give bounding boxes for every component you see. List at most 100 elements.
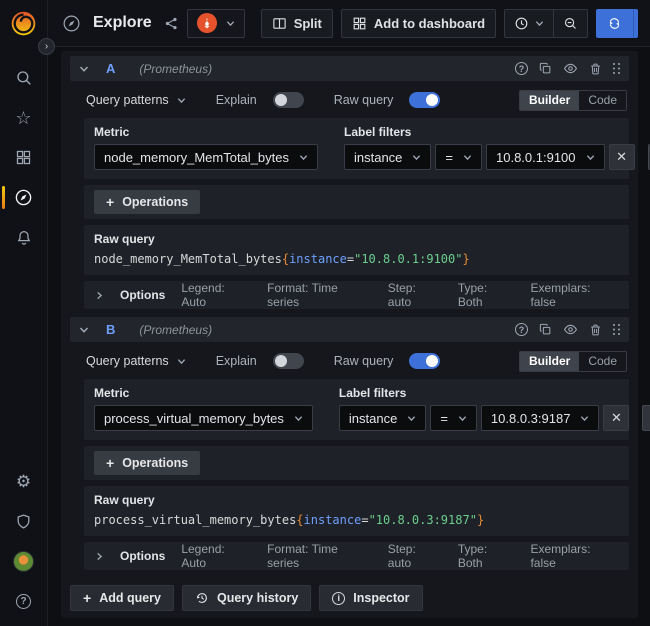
remove-filter-button[interactable]: ✕ bbox=[609, 144, 635, 170]
sidebar-item-explore[interactable] bbox=[0, 187, 48, 208]
datasource-picker[interactable] bbox=[187, 9, 245, 38]
hide-response-button[interactable] bbox=[563, 61, 578, 76]
remove-query-button[interactable] bbox=[589, 323, 602, 337]
dashboards-grid-icon bbox=[15, 149, 32, 166]
refresh-icon[interactable] bbox=[596, 9, 633, 38]
editor-mode-switch: Builder Code bbox=[519, 90, 627, 111]
query-b-header[interactable]: B (Prometheus) ? bbox=[70, 317, 629, 342]
grafana-logo-icon[interactable] bbox=[10, 10, 37, 37]
drag-handle[interactable] bbox=[613, 63, 620, 74]
sidebar-item-favorites[interactable]: ☆ bbox=[0, 107, 48, 128]
refresh-interval-dropdown[interactable] bbox=[633, 9, 638, 38]
filter-operator-select[interactable]: = bbox=[435, 144, 482, 170]
query-patterns-label: Query patterns bbox=[86, 93, 169, 107]
sidebar-item-settings[interactable]: ⚙ bbox=[0, 471, 48, 492]
collapse-chevron-icon[interactable] bbox=[79, 325, 89, 335]
duplicate-query-button[interactable] bbox=[539, 62, 552, 75]
filter-value: 10.8.0.3:9187 bbox=[491, 411, 571, 426]
share-icon[interactable] bbox=[164, 16, 179, 31]
query-help-button[interactable]: ? bbox=[515, 323, 528, 336]
run-query-button[interactable] bbox=[596, 9, 638, 38]
metric-label: Metric bbox=[94, 386, 313, 400]
drag-handle[interactable] bbox=[613, 324, 620, 335]
query-pane: A (Prometheus) ? bbox=[61, 51, 638, 618]
chevron-right-icon[interactable] bbox=[95, 552, 104, 561]
sidebar-item-profile[interactable] bbox=[0, 551, 48, 572]
filter-value: 10.8.0.1:9100 bbox=[496, 150, 576, 165]
sidebar-item-help[interactable]: ? bbox=[0, 591, 48, 612]
query-history-button[interactable]: Query history bbox=[182, 585, 311, 611]
builder-mode-option[interactable]: Builder bbox=[520, 91, 579, 110]
metric-field: Metric process_virtual_memory_bytes bbox=[94, 386, 313, 431]
query-a-header[interactable]: A (Prometheus) ? bbox=[70, 56, 629, 81]
sidebar-item-dashboards[interactable] bbox=[0, 147, 48, 168]
filter-key-value: instance bbox=[354, 150, 402, 165]
explain-toggle[interactable] bbox=[273, 353, 304, 369]
sidebar-expand-button[interactable]: › bbox=[38, 38, 55, 55]
query-patterns-dropdown[interactable]: Query patterns bbox=[86, 354, 186, 368]
add-operation-button[interactable]: + Operations bbox=[94, 190, 200, 214]
query-patterns-dropdown[interactable]: Query patterns bbox=[86, 93, 186, 107]
trash-icon bbox=[589, 62, 602, 76]
editor-mode-switch: Builder Code bbox=[519, 351, 627, 372]
code-mode-option[interactable]: Code bbox=[579, 91, 626, 110]
filter-value-select[interactable]: 10.8.0.3:9187 bbox=[481, 405, 600, 431]
hide-response-button[interactable] bbox=[563, 322, 578, 337]
prometheus-icon bbox=[197, 13, 217, 33]
star-icon: ☆ bbox=[15, 109, 31, 127]
filter-key-select[interactable]: instance bbox=[344, 144, 431, 170]
remove-query-button[interactable] bbox=[589, 62, 602, 76]
filter-operator-select[interactable]: = bbox=[430, 405, 477, 431]
time-picker-button[interactable] bbox=[505, 10, 553, 37]
query-row-a: A (Prometheus) ? bbox=[70, 56, 629, 311]
eye-icon bbox=[563, 61, 578, 76]
query-row-b: B (Prometheus) ? bbox=[70, 317, 629, 572]
options-label[interactable]: Options bbox=[120, 288, 165, 302]
filter-value-select[interactable]: 10.8.0.1:9100 bbox=[486, 144, 605, 170]
clock-icon bbox=[514, 16, 529, 31]
raw-query-panel: Raw query node_memory_MemTotal_bytes{ins… bbox=[84, 225, 629, 275]
eye-icon bbox=[563, 322, 578, 337]
options-type: Type: Both bbox=[458, 281, 515, 309]
options-step: Step: auto bbox=[388, 281, 442, 309]
add-filter-button[interactable]: + bbox=[642, 405, 650, 431]
builder-mode-option[interactable]: Builder bbox=[520, 352, 579, 371]
remove-filter-button[interactable]: ✕ bbox=[603, 405, 629, 431]
split-icon bbox=[272, 16, 287, 31]
code-mode-option[interactable]: Code bbox=[579, 352, 626, 371]
chevron-right-icon[interactable] bbox=[95, 291, 104, 300]
label-filters-field: Label filters instance = bbox=[339, 386, 650, 431]
explain-toggle[interactable] bbox=[273, 92, 304, 108]
sidebar-item-security[interactable] bbox=[0, 511, 48, 532]
help-icon: ? bbox=[16, 594, 31, 609]
filter-operator-value: = bbox=[445, 150, 453, 165]
raw-query-toggle[interactable] bbox=[409, 92, 440, 108]
zoom-out-button[interactable] bbox=[553, 10, 587, 37]
info-icon: i bbox=[332, 592, 345, 605]
label-filters-label: Label filters bbox=[339, 386, 650, 400]
shield-icon bbox=[15, 513, 32, 530]
add-operation-button[interactable]: + Operations bbox=[94, 451, 200, 475]
metric-value: process_virtual_memory_bytes bbox=[104, 411, 284, 426]
split-button[interactable]: Split bbox=[261, 9, 333, 38]
duplicate-query-button[interactable] bbox=[539, 323, 552, 336]
raw-query-title: Raw query bbox=[94, 493, 619, 507]
options-label[interactable]: Options bbox=[120, 549, 165, 563]
query-help-button[interactable]: ? bbox=[515, 62, 528, 75]
sidebar-item-search[interactable] bbox=[0, 67, 48, 88]
inspector-button[interactable]: i Inspector bbox=[319, 585, 422, 611]
filter-key-select[interactable]: instance bbox=[339, 405, 426, 431]
add-query-button[interactable]: + Add query bbox=[70, 585, 174, 611]
explore-content: A (Prometheus) ? bbox=[48, 47, 650, 626]
filter-key-value: instance bbox=[349, 411, 397, 426]
add-to-dashboard-button[interactable]: Add to dashboard bbox=[341, 9, 496, 38]
sidebar-item-alerting[interactable] bbox=[0, 227, 48, 248]
collapse-chevron-icon[interactable] bbox=[79, 64, 89, 74]
metric-value: node_memory_MemTotal_bytes bbox=[104, 150, 289, 165]
metric-select[interactable]: node_memory_MemTotal_bytes bbox=[94, 144, 318, 170]
metric-select[interactable]: process_virtual_memory_bytes bbox=[94, 405, 313, 431]
sidebar: › ☆ bbox=[0, 0, 48, 626]
question-icon: ? bbox=[515, 62, 528, 75]
avatar bbox=[13, 551, 34, 572]
raw-query-toggle[interactable] bbox=[409, 353, 440, 369]
